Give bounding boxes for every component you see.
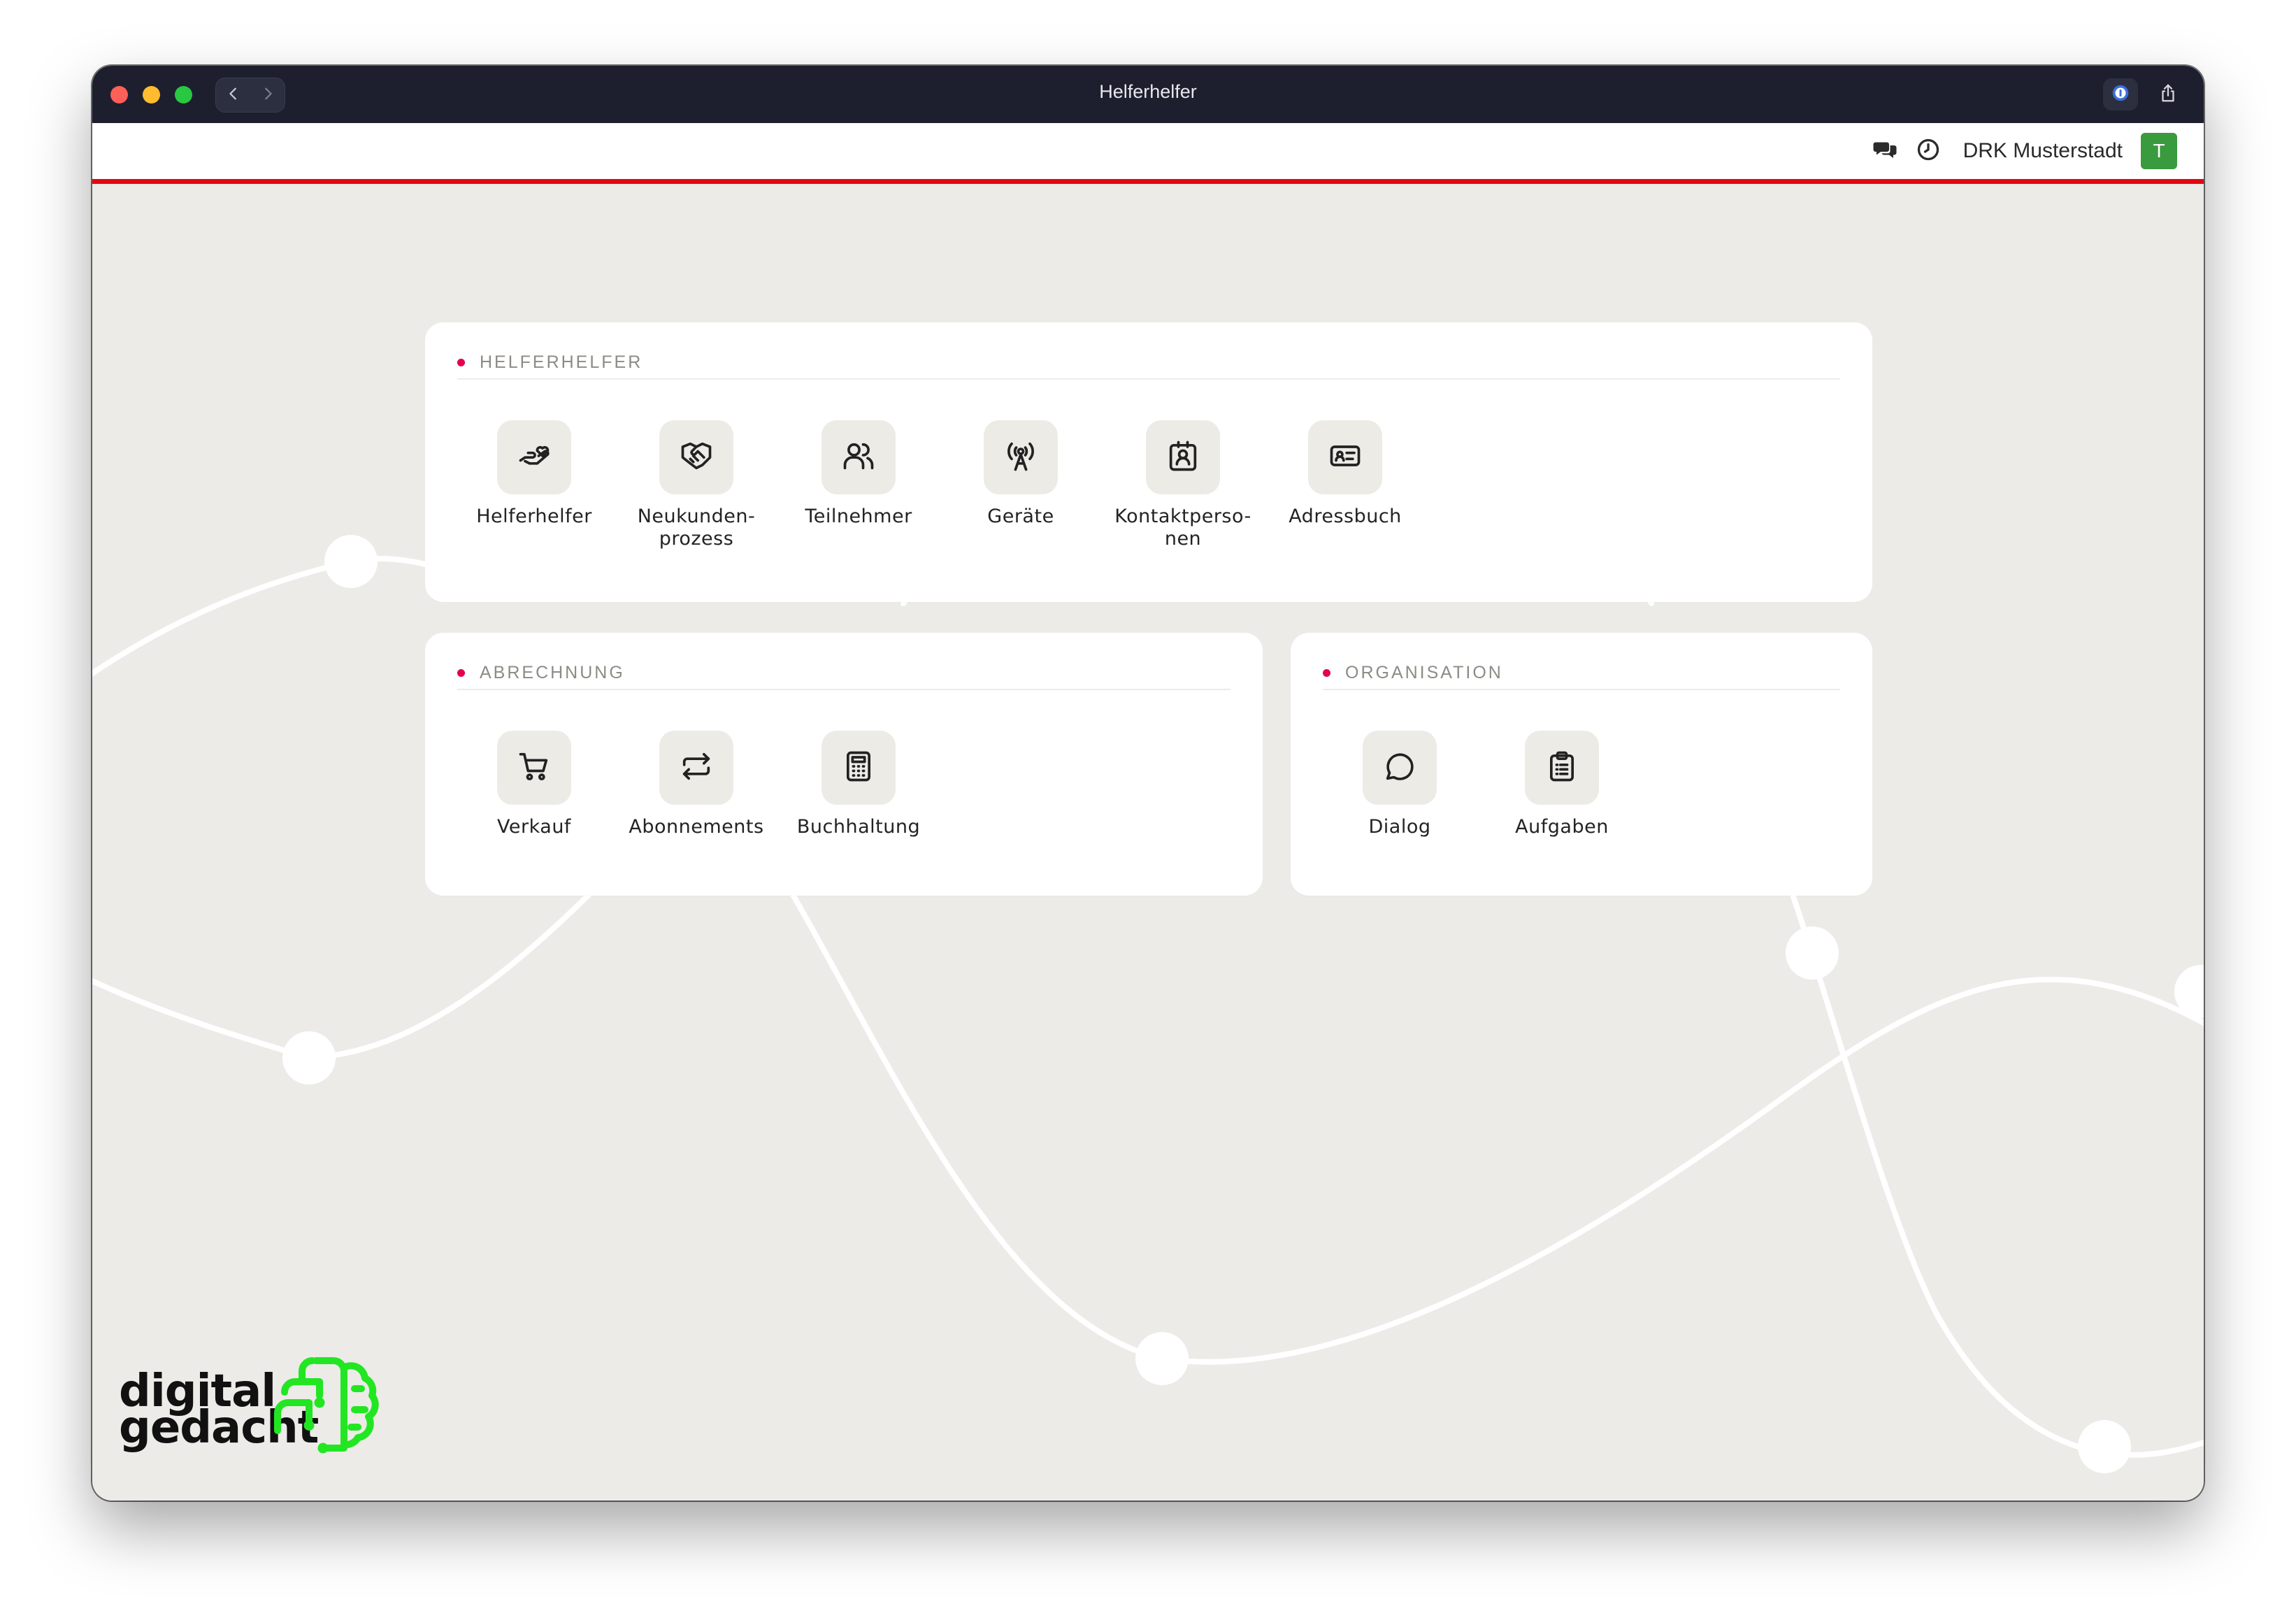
tile-kontaktpersonen[interactable]: Kontaktperso- nen <box>1113 420 1253 550</box>
handshake-icon <box>678 438 715 477</box>
password-manager-button[interactable] <box>2103 78 2138 110</box>
dashboard-content: HELFERHELFER Helferhelfer Neukunden- pro… <box>92 184 2204 1501</box>
tile-geraete[interactable]: Geräte <box>951 420 1091 528</box>
tile-label: Teilnehmer <box>805 506 912 527</box>
chat-bubble-icon <box>1382 748 1418 787</box>
section-header: ORGANISATION <box>1323 657 1840 690</box>
card-helferhelfer: HELFERHELFER Helferhelfer Neukunden- pro… <box>425 322 1872 602</box>
tile-label: Abonnements <box>629 816 764 838</box>
calculator-icon <box>840 748 877 787</box>
section-dot-icon <box>1323 668 1330 677</box>
tile-label: Helferhelfer <box>476 506 592 527</box>
repeat-icon <box>678 748 715 787</box>
cart-icon <box>516 748 552 787</box>
brain-circuit-icon <box>274 1357 379 1454</box>
history-clock-icon[interactable] <box>1916 137 1941 165</box>
tile-label: Aufgaben <box>1515 816 1609 838</box>
tile-buchhaltung[interactable]: Buchhaltung <box>789 731 928 838</box>
section-title: ORGANISATION <box>1345 662 1503 682</box>
tile-label: Verkauf <box>497 816 571 838</box>
tile-label: Neukunden- prozess <box>637 506 756 550</box>
helping-hand-icon <box>516 438 552 477</box>
user-avatar[interactable]: T <box>2141 133 2177 169</box>
browser-window: Helferhelfer DRK Musterstadt T HELFERHEL… <box>92 66 2204 1501</box>
tile-label: Buchhaltung <box>796 816 921 838</box>
organization-name[interactable]: DRK Musterstadt <box>1963 139 2123 163</box>
window-title: Helferhelfer <box>1099 81 1197 102</box>
section-header: ABRECHNUNG <box>457 657 1230 690</box>
tile-neukundenprozess[interactable]: Neukunden- prozess <box>626 420 766 550</box>
users-icon <box>840 438 877 477</box>
tile-label: Kontaktperso- nen <box>1114 506 1251 550</box>
tile-teilnehmer[interactable]: Teilnehmer <box>789 420 928 528</box>
section-title: HELFERHELFER <box>480 352 643 372</box>
share-button[interactable] <box>2151 78 2186 110</box>
tile-abonnements[interactable]: Abonnements <box>626 731 766 838</box>
antenna-icon <box>1003 438 1039 477</box>
section-header: HELFERHELFER <box>457 346 1840 380</box>
tile-label: Dialog <box>1368 816 1431 838</box>
contact-badge-icon <box>1165 438 1201 477</box>
tile-aufgaben[interactable]: Aufgaben <box>1492 731 1632 838</box>
password-manager-icon <box>2110 83 2131 106</box>
chat-icon[interactable] <box>1872 137 1897 165</box>
tile-helferhelfer[interactable]: Helferhelfer <box>464 420 604 528</box>
digital-gedacht-logo: digital gedacht <box>119 1354 385 1473</box>
tile-verkauf[interactable]: Verkauf <box>464 731 604 838</box>
section-dot-icon <box>457 668 465 677</box>
tile-adressbuch[interactable]: Adressbuch <box>1275 420 1415 528</box>
title-bar: Helferhelfer <box>92 66 2204 123</box>
tile-label: Adressbuch <box>1289 506 1402 527</box>
id-card-icon <box>1327 438 1363 477</box>
app-header: DRK Musterstadt T <box>92 123 2204 184</box>
tile-dialog[interactable]: Dialog <box>1330 731 1470 838</box>
card-organisation: ORGANISATION Dialog Aufgaben <box>1291 633 1872 896</box>
section-title: ABRECHNUNG <box>480 662 625 682</box>
card-abrechnung: ABRECHNUNG Verkauf Abonnements Buchhaltu… <box>425 633 1263 896</box>
clipboard-icon <box>1544 748 1580 787</box>
tile-label: Geräte <box>987 506 1054 527</box>
share-icon <box>2158 83 2179 106</box>
section-dot-icon <box>457 358 465 366</box>
